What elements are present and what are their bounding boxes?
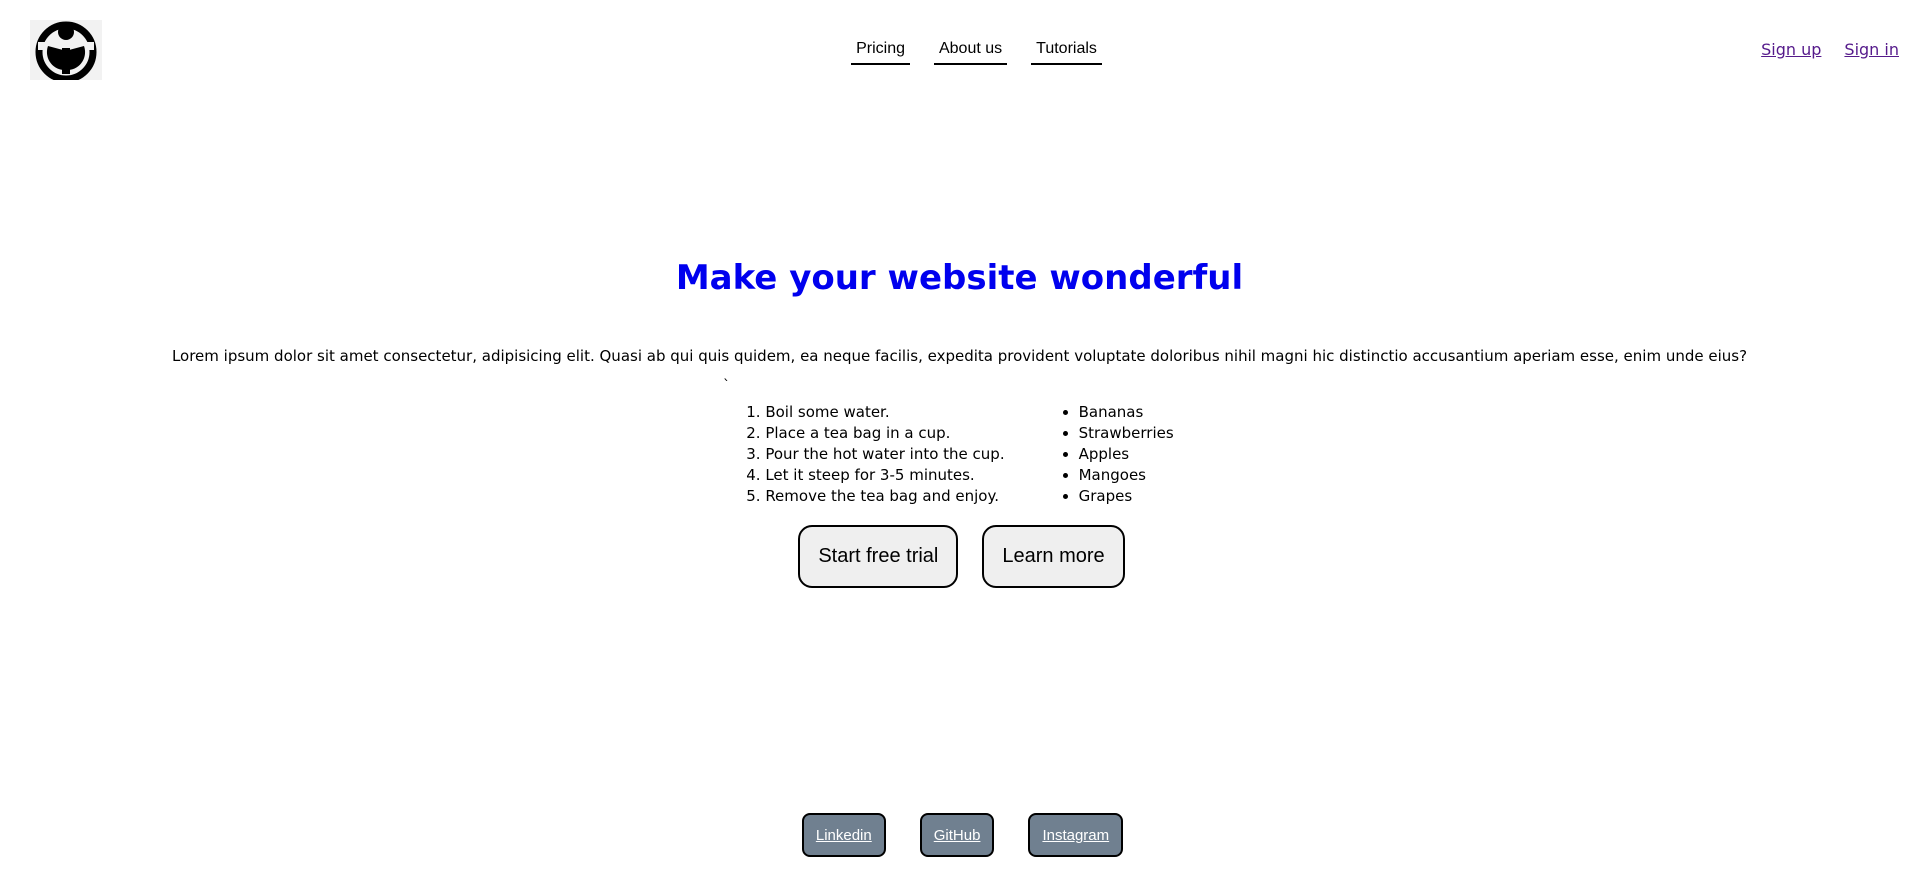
hero-description: Lorem ipsum dolor sit amet consectetur, … — [171, 347, 1748, 365]
linkedin-button[interactable]: Linkedin — [801, 813, 886, 857]
start-free-trial-button[interactable]: Start free trial — [798, 525, 959, 588]
nav-link-pricing[interactable]: Pricing — [851, 38, 910, 65]
list-item: Let it steep for 3-5 minutes. — [765, 465, 1004, 486]
list-item: Strawberries — [1079, 423, 1174, 444]
list-item: Grapes — [1079, 486, 1174, 507]
main-nav: Pricing About us Tutorials — [0, 38, 1919, 65]
social-links: Linkedin GitHub Instagram — [0, 813, 1919, 857]
list-item: Boil some water. — [765, 402, 1004, 423]
list-item: Pour the hot water into the cup. — [765, 444, 1004, 465]
nav-link-tutorials[interactable]: Tutorials — [1031, 38, 1102, 65]
auth-links: Sign up Sign in — [1761, 40, 1899, 59]
list-item: Apples — [1079, 444, 1174, 465]
list-item: Remove the tea bag and enjoy. — [765, 486, 1004, 507]
github-button[interactable]: GitHub — [919, 813, 995, 857]
sign-up-link[interactable]: Sign up — [1761, 40, 1821, 59]
fruit-list: Bananas Strawberries Apples Mangoes Grap… — [1057, 402, 1174, 507]
cta-row: Start free trial Learn more — [0, 525, 1919, 588]
instagram-button[interactable]: Instagram — [1028, 813, 1124, 857]
learn-more-button[interactable]: Learn more — [982, 525, 1125, 588]
stray-backtick: ` — [723, 378, 730, 394]
hero-title: Make your website wonderful — [675, 258, 1244, 298]
nav-link-about-us[interactable]: About us — [933, 38, 1008, 65]
list-item: Place a tea bag in a cup. — [765, 423, 1004, 444]
tea-steps-list: Boil some water. Place a tea bag in a cu… — [745, 402, 1004, 507]
lists-section: Boil some water. Place a tea bag in a cu… — [0, 402, 1919, 507]
list-item: Bananas — [1079, 402, 1174, 423]
sign-in-link[interactable]: Sign in — [1844, 40, 1899, 59]
list-item: Mangoes — [1079, 465, 1174, 486]
